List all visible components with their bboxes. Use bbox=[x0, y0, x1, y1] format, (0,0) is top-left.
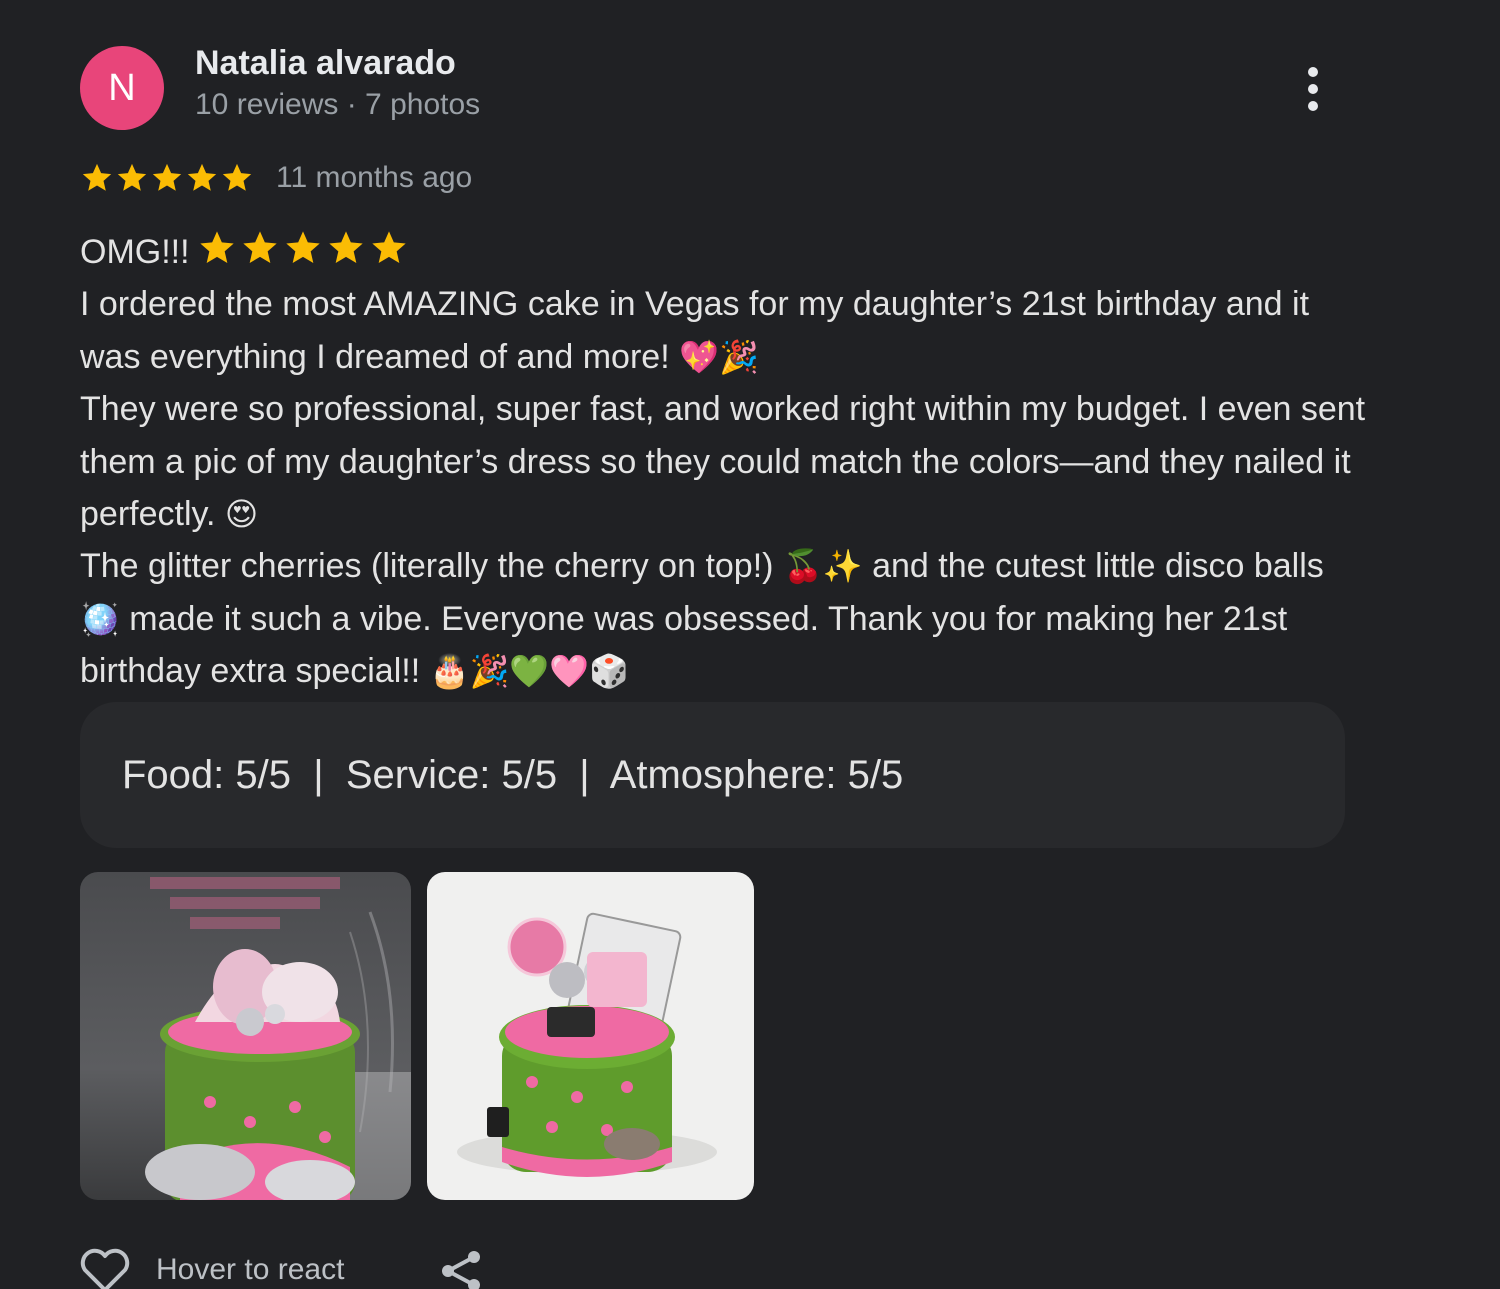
star-icon bbox=[199, 231, 234, 263]
star-icon bbox=[222, 163, 252, 191]
star-icon bbox=[242, 231, 277, 263]
disco-ball-emoji: 🪩 bbox=[80, 599, 120, 638]
inline-stars bbox=[196, 228, 410, 268]
cherries-sparkles-emoji: 🍒✨ bbox=[782, 547, 863, 586]
review-exclamation: OMG!!! bbox=[80, 233, 190, 271]
more-dot-icon bbox=[1308, 101, 1318, 111]
review-paragraph-2: They were so professional, super fast, a… bbox=[80, 383, 1370, 540]
star-icon bbox=[152, 163, 182, 191]
star-icon bbox=[117, 163, 147, 191]
avatar[interactable]: N bbox=[80, 46, 164, 130]
review-paragraph-1: I ordered the most AMAZING cake in Vegas… bbox=[80, 278, 1370, 383]
avatar-initial: N bbox=[108, 66, 136, 109]
paragraph-2-text: They were so professional, super fast, a… bbox=[80, 390, 1366, 534]
react-label: Hover to react bbox=[156, 1253, 345, 1286]
star-icon bbox=[371, 231, 406, 263]
star-icon bbox=[285, 231, 320, 263]
react-button[interactable]: Hover to react bbox=[78, 1246, 344, 1289]
more-options-button[interactable] bbox=[1290, 58, 1336, 120]
review-text: OMG!!! I ordered the most AMAZING cake i… bbox=[80, 226, 1370, 698]
rating-row: 11 months ago bbox=[80, 156, 472, 200]
review-paragraph-3: The glitter cherries (literally the cher… bbox=[80, 540, 1370, 697]
reviewer-name[interactable]: Natalia alvarado bbox=[195, 44, 456, 83]
attributes-text: Food: 5/5 | Service: 5/5 | Atmosphere: 5… bbox=[122, 752, 904, 797]
cake-photo-2-image bbox=[427, 872, 754, 1200]
more-dot-icon bbox=[1308, 84, 1318, 94]
star-icon bbox=[82, 163, 112, 191]
review-time: 11 months ago bbox=[276, 161, 473, 194]
star-rating bbox=[80, 161, 254, 195]
share-icon[interactable] bbox=[438, 1248, 484, 1289]
review-attributes: Food: 5/5 | Service: 5/5 | Atmosphere: 5… bbox=[80, 702, 1345, 848]
heart-outline-icon bbox=[80, 1248, 130, 1289]
review-photo-1[interactable] bbox=[80, 872, 411, 1200]
heart-eyes-emoji: 😍 bbox=[224, 495, 259, 534]
heart-party-emoji: 💖🎉 bbox=[679, 337, 759, 376]
star-icon bbox=[187, 163, 217, 191]
review-photo-2[interactable] bbox=[427, 872, 754, 1200]
paragraph-3-text-b: and the cutest little disco balls bbox=[872, 547, 1324, 586]
star-icon bbox=[328, 231, 363, 263]
cake-photo-1-image bbox=[80, 872, 411, 1200]
reviewer-meta: 10 reviews · 7 photos bbox=[195, 88, 481, 121]
review-line-1: OMG!!! bbox=[80, 226, 1370, 278]
more-dot-icon bbox=[1308, 67, 1318, 77]
paragraph-3-text-c: made it such a vibe. Everyone was obsess… bbox=[80, 599, 1288, 691]
paragraph-3-text-a: The glitter cherries (literally the cher… bbox=[80, 547, 774, 586]
celebration-emoji: 🎂🎉💚🩷🎲 bbox=[429, 652, 629, 691]
